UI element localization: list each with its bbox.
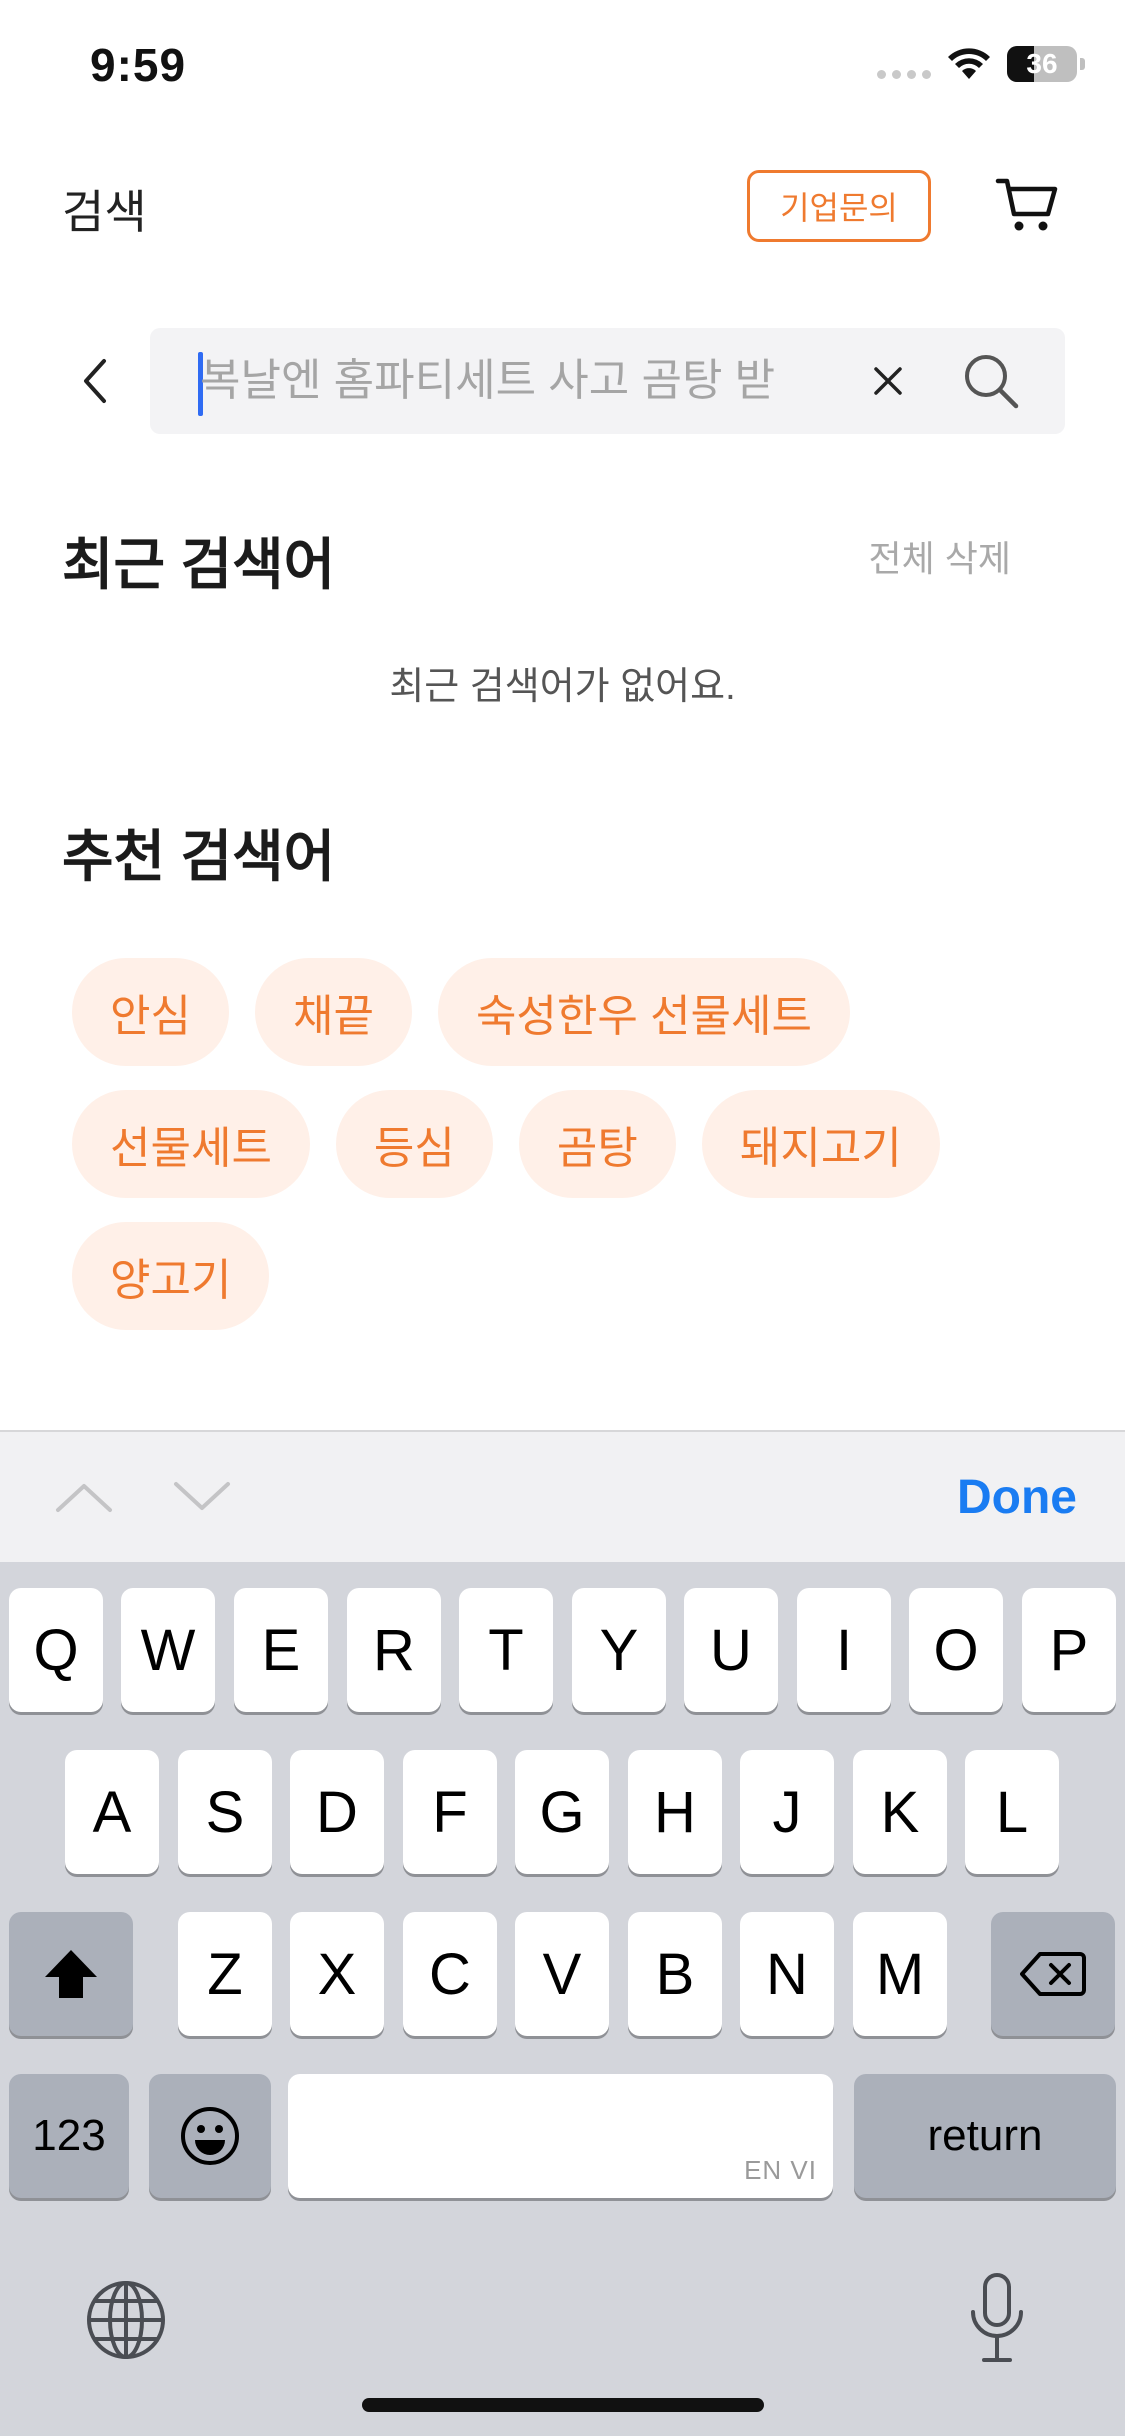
emoji-icon — [181, 2107, 239, 2165]
key-a[interactable]: A — [65, 1750, 159, 1874]
key-u[interactable]: U — [684, 1588, 778, 1712]
keyword-chip[interactable]: 채끝 — [254, 958, 412, 1066]
search-box — [150, 328, 1065, 434]
keyword-chip[interactable]: 선물세트 — [72, 1090, 310, 1198]
dictation-key[interactable] — [962, 2270, 1032, 2366]
key-x[interactable]: X — [290, 1912, 384, 2036]
chevron-up-icon — [56, 1484, 112, 1512]
key-z[interactable]: Z — [178, 1912, 272, 2036]
microphone-icon — [971, 2273, 1023, 2362]
key-m[interactable]: M — [853, 1912, 947, 2036]
key-l[interactable]: L — [965, 1750, 1059, 1874]
key-s[interactable]: S — [178, 1750, 272, 1874]
search-icon — [965, 355, 1019, 409]
page-title: 검색 — [62, 186, 147, 238]
home-indicator — [362, 2398, 764, 2412]
keyboard-toolbar: Done — [0, 1430, 1125, 1562]
keyword-chip[interactable]: 양고기 — [72, 1222, 270, 1330]
keyword-chip[interactable]: 숙성한우 선물세트 — [437, 958, 851, 1066]
backspace-icon — [1020, 1952, 1086, 1996]
close-icon — [874, 367, 902, 395]
key-y[interactable]: Y — [572, 1588, 666, 1712]
key-d[interactable]: D — [290, 1750, 384, 1874]
cellular-signal-icon — [877, 49, 931, 79]
recommended-searches-title: 추천 검색어 — [62, 825, 336, 888]
cart-icon — [995, 178, 1058, 231]
key-h[interactable]: H — [628, 1750, 722, 1874]
key-c[interactable]: C — [403, 1912, 497, 2036]
previous-field-button[interactable] — [52, 1472, 116, 1522]
status-bar: 9:59 36 — [0, 0, 1125, 140]
shift-icon — [45, 1950, 97, 1998]
keyword-chip[interactable]: 돼지고기 — [701, 1090, 940, 1198]
clear-search-button[interactable] — [865, 358, 911, 404]
search-input[interactable] — [200, 328, 950, 434]
key-e[interactable]: E — [234, 1588, 328, 1712]
chevron-left-icon — [84, 359, 106, 403]
delete-all-button[interactable]: 전체 삭제 — [869, 530, 1011, 582]
recent-empty-message: 최근 검색어가 없어요. — [389, 666, 736, 708]
app-header: 검색 기업문의 — [0, 150, 1125, 260]
corporate-inquiry-button[interactable]: 기업문의 — [747, 170, 931, 242]
key-p[interactable]: P — [1022, 1588, 1116, 1712]
key-j[interactable]: J — [740, 1750, 834, 1874]
key-t[interactable]: T — [459, 1588, 553, 1712]
back-button[interactable] — [70, 350, 120, 412]
cart-button[interactable] — [992, 172, 1062, 238]
keyboard-language-label: EN VI — [744, 2155, 817, 2185]
key-n[interactable]: N — [740, 1912, 834, 2036]
battery-icon: 36 — [1007, 46, 1085, 82]
shift-key[interactable] — [9, 1912, 133, 2036]
key-o[interactable]: O — [909, 1588, 1003, 1712]
wifi-icon — [948, 48, 990, 79]
globe-key[interactable] — [84, 2278, 168, 2362]
key-b[interactable]: B — [628, 1912, 722, 2036]
recent-searches-title: 최근 검색어 — [62, 533, 336, 596]
globe-icon — [87, 2281, 165, 2359]
keyword-chip[interactable]: 안심 — [72, 958, 229, 1066]
key-k[interactable]: K — [853, 1750, 947, 1874]
return-key[interactable]: return — [854, 2074, 1116, 2198]
keyword-chip[interactable]: 곰탕 — [518, 1090, 676, 1198]
backspace-key[interactable] — [991, 1912, 1115, 2036]
search-button[interactable] — [958, 348, 1024, 414]
key-v[interactable]: V — [515, 1912, 609, 2036]
status-icons: 36 — [877, 46, 1085, 82]
key-i[interactable]: I — [797, 1588, 891, 1712]
key-g[interactable]: G — [515, 1750, 609, 1874]
battery-level: 36 — [1026, 48, 1058, 79]
chevron-down-icon — [174, 1482, 230, 1510]
recommended-keyword-list: 안심 채끝 숙성한우 선물세트 선물세트 등심 곰탕 돼지고기 양고기 — [72, 958, 1052, 1330]
status-time: 9:59 — [90, 39, 187, 91]
key-q[interactable]: Q — [9, 1588, 103, 1712]
key-f[interactable]: F — [403, 1750, 497, 1874]
key-r[interactable]: R — [347, 1588, 441, 1712]
key-w[interactable]: W — [121, 1588, 215, 1712]
next-field-button[interactable] — [170, 1472, 234, 1522]
keyword-chip[interactable]: 등심 — [335, 1090, 493, 1198]
numbers-key[interactable]: 123 — [9, 2074, 129, 2198]
space-key[interactable]: EN VI — [288, 2074, 833, 2198]
done-button[interactable]: Done — [957, 1470, 1077, 1525]
emoji-key[interactable] — [149, 2074, 271, 2198]
